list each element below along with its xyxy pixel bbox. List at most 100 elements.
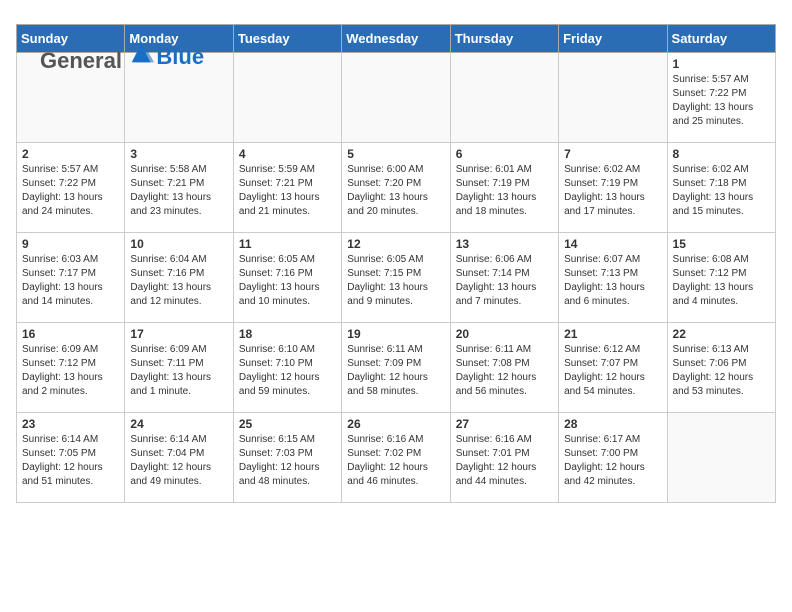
day-number: 8 [673,147,770,161]
calendar-cell [450,53,558,143]
day-info: Sunrise: 6:11 AM Sunset: 7:08 PM Dayligh… [456,343,553,399]
day-info: Sunrise: 6:03 AM Sunset: 7:17 PM Dayligh… [22,253,119,309]
day-info: Sunrise: 6:08 AM Sunset: 7:12 PM Dayligh… [673,253,770,309]
day-number: 28 [564,417,661,431]
weekday-header-wednesday: Wednesday [342,25,450,53]
logo-icon [128,40,156,68]
day-number: 6 [456,147,553,161]
day-number: 26 [347,417,444,431]
day-number: 27 [456,417,553,431]
day-info: Sunrise: 6:05 AM Sunset: 7:16 PM Dayligh… [239,253,336,309]
day-info: Sunrise: 6:14 AM Sunset: 7:04 PM Dayligh… [130,433,227,489]
day-info: Sunrise: 5:57 AM Sunset: 7:22 PM Dayligh… [22,163,119,219]
day-number: 11 [239,237,336,251]
day-number: 25 [239,417,336,431]
day-number: 24 [130,417,227,431]
calendar-cell: 25 Sunrise: 6:15 AM Sunset: 7:03 PM Dayli… [233,413,341,503]
day-info: Sunrise: 6:12 AM Sunset: 7:07 PM Dayligh… [564,343,661,399]
calendar-cell: 15 Sunrise: 6:08 AM Sunset: 7:12 PM Dayli… [667,233,775,323]
day-info: Sunrise: 6:09 AM Sunset: 7:12 PM Dayligh… [22,343,119,399]
calendar-cell: 8 Sunrise: 6:02 AM Sunset: 7:18 PM Daylig… [667,143,775,233]
week-row-3: 9 Sunrise: 6:03 AM Sunset: 7:17 PM Daylig… [17,233,776,323]
day-number: 20 [456,327,553,341]
day-number: 1 [673,57,770,71]
day-info: Sunrise: 6:17 AM Sunset: 7:00 PM Dayligh… [564,433,661,489]
calendar-cell: 13 Sunrise: 6:06 AM Sunset: 7:14 PM Dayli… [450,233,558,323]
calendar-cell: 1 Sunrise: 5:57 AM Sunset: 7:22 PM Daylig… [667,53,775,143]
calendar-cell: 27 Sunrise: 6:16 AM Sunset: 7:01 PM Dayli… [450,413,558,503]
day-number: 7 [564,147,661,161]
week-row-2: 2 Sunrise: 5:57 AM Sunset: 7:22 PM Daylig… [17,143,776,233]
calendar-table: SundayMondayTuesdayWednesdayThursdayFrid… [16,24,776,503]
day-info: Sunrise: 5:59 AM Sunset: 7:21 PM Dayligh… [239,163,336,219]
calendar-cell: 28 Sunrise: 6:17 AM Sunset: 7:00 PM Dayli… [559,413,667,503]
day-number: 2 [22,147,119,161]
calendar-cell: 3 Sunrise: 5:58 AM Sunset: 7:21 PM Daylig… [125,143,233,233]
day-number: 9 [22,237,119,251]
calendar-cell: 26 Sunrise: 6:16 AM Sunset: 7:02 PM Dayli… [342,413,450,503]
calendar-cell: 24 Sunrise: 6:14 AM Sunset: 7:04 PM Dayli… [125,413,233,503]
calendar-cell: 12 Sunrise: 6:05 AM Sunset: 7:15 PM Dayli… [342,233,450,323]
day-info: Sunrise: 6:07 AM Sunset: 7:13 PM Dayligh… [564,253,661,309]
calendar-cell: 6 Sunrise: 6:01 AM Sunset: 7:19 PM Daylig… [450,143,558,233]
calendar-cell: 19 Sunrise: 6:11 AM Sunset: 7:09 PM Dayli… [342,323,450,413]
calendar-cell: 10 Sunrise: 6:04 AM Sunset: 7:16 PM Dayli… [125,233,233,323]
calendar-cell: 22 Sunrise: 6:13 AM Sunset: 7:06 PM Dayli… [667,323,775,413]
calendar-cell: 7 Sunrise: 6:02 AM Sunset: 7:19 PM Daylig… [559,143,667,233]
day-info: Sunrise: 6:00 AM Sunset: 7:20 PM Dayligh… [347,163,444,219]
day-info: Sunrise: 6:11 AM Sunset: 7:09 PM Dayligh… [347,343,444,399]
day-info: Sunrise: 6:05 AM Sunset: 7:15 PM Dayligh… [347,253,444,309]
day-number: 17 [130,327,227,341]
day-number: 19 [347,327,444,341]
day-info: Sunrise: 6:15 AM Sunset: 7:03 PM Dayligh… [239,433,336,489]
day-number: 5 [347,147,444,161]
day-number: 16 [22,327,119,341]
day-info: Sunrise: 6:14 AM Sunset: 7:05 PM Dayligh… [22,433,119,489]
calendar-cell [559,53,667,143]
calendar-cell: 9 Sunrise: 6:03 AM Sunset: 7:17 PM Daylig… [17,233,125,323]
day-info: Sunrise: 6:09 AM Sunset: 7:11 PM Dayligh… [130,343,227,399]
calendar-cell: 21 Sunrise: 6:12 AM Sunset: 7:07 PM Dayli… [559,323,667,413]
calendar-cell: 20 Sunrise: 6:11 AM Sunset: 7:08 PM Dayli… [450,323,558,413]
day-number: 15 [673,237,770,251]
week-row-5: 23 Sunrise: 6:14 AM Sunset: 7:05 PM Dayli… [17,413,776,503]
calendar-cell: 14 Sunrise: 6:07 AM Sunset: 7:13 PM Dayli… [559,233,667,323]
day-info: Sunrise: 6:04 AM Sunset: 7:16 PM Dayligh… [130,253,227,309]
day-number: 13 [456,237,553,251]
day-info: Sunrise: 6:13 AM Sunset: 7:06 PM Dayligh… [673,343,770,399]
week-row-4: 16 Sunrise: 6:09 AM Sunset: 7:12 PM Dayli… [17,323,776,413]
calendar-cell: 16 Sunrise: 6:09 AM Sunset: 7:12 PM Dayli… [17,323,125,413]
logo-blue: Blue [156,44,204,69]
day-number: 18 [239,327,336,341]
day-number: 22 [673,327,770,341]
day-info: Sunrise: 5:58 AM Sunset: 7:21 PM Dayligh… [130,163,227,219]
day-info: Sunrise: 6:16 AM Sunset: 7:02 PM Dayligh… [347,433,444,489]
day-info: Sunrise: 6:01 AM Sunset: 7:19 PM Dayligh… [456,163,553,219]
day-number: 23 [22,417,119,431]
weekday-header-thursday: Thursday [450,25,558,53]
calendar-cell: 4 Sunrise: 5:59 AM Sunset: 7:21 PM Daylig… [233,143,341,233]
day-number: 4 [239,147,336,161]
calendar-cell: 5 Sunrise: 6:00 AM Sunset: 7:20 PM Daylig… [342,143,450,233]
calendar-cell: 2 Sunrise: 5:57 AM Sunset: 7:22 PM Daylig… [17,143,125,233]
calendar-cell: 18 Sunrise: 6:10 AM Sunset: 7:10 PM Dayli… [233,323,341,413]
day-info: Sunrise: 6:06 AM Sunset: 7:14 PM Dayligh… [456,253,553,309]
day-number: 14 [564,237,661,251]
day-info: Sunrise: 6:16 AM Sunset: 7:01 PM Dayligh… [456,433,553,489]
day-info: Sunrise: 6:10 AM Sunset: 7:10 PM Dayligh… [239,343,336,399]
day-number: 21 [564,327,661,341]
calendar-cell [233,53,341,143]
logo: General Blue [40,40,204,74]
calendar-cell [342,53,450,143]
day-info: Sunrise: 5:57 AM Sunset: 7:22 PM Dayligh… [673,73,770,129]
calendar-cell: 17 Sunrise: 6:09 AM Sunset: 7:11 PM Dayli… [125,323,233,413]
day-info: Sunrise: 6:02 AM Sunset: 7:19 PM Dayligh… [564,163,661,219]
day-number: 10 [130,237,227,251]
weekday-header-tuesday: Tuesday [233,25,341,53]
day-number: 3 [130,147,227,161]
day-info: Sunrise: 6:02 AM Sunset: 7:18 PM Dayligh… [673,163,770,219]
calendar-cell [667,413,775,503]
calendar-cell: 11 Sunrise: 6:05 AM Sunset: 7:16 PM Dayli… [233,233,341,323]
day-number: 12 [347,237,444,251]
logo-general: General [40,48,122,73]
